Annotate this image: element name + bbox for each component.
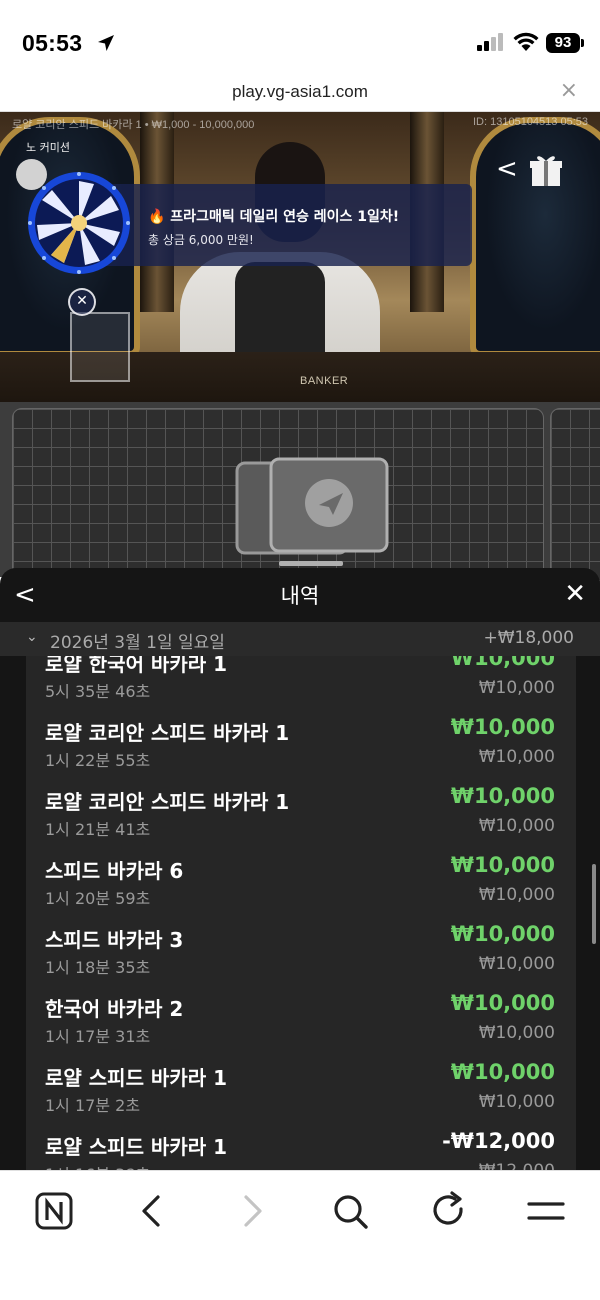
live-game-video: BANKER 로얄 코리안 스피드 바카라 1 • ₩1,000 - 10,00… <box>0 112 600 402</box>
row-game-title: 로얄 스피드 바카라 1 <box>45 1066 228 1090</box>
gift-icon[interactable] <box>528 152 564 188</box>
row-bet: ₩10,000 <box>478 1023 555 1043</box>
commission-label: 노 커미션 <box>26 141 70 154</box>
chevron-down-icon[interactable]: ⌄ <box>26 629 38 645</box>
sheet-header: < 내역 ✕ <box>0 568 600 622</box>
row-amount: -₩12,000 <box>442 1129 555 1153</box>
naver-home-icon[interactable] <box>32 1189 76 1233</box>
history-list[interactable]: 로얄 한국어 바카라 1 5시 35분 46초 ₩10,000 ₩10,000 … <box>26 656 576 1170</box>
row-amount: ₩10,000 <box>450 853 555 877</box>
row-bet: ₩10,000 <box>478 747 555 767</box>
browser-url-bar[interactable]: play.vg-asia1.com × <box>0 74 600 112</box>
battery-tip <box>581 39 584 47</box>
history-row[interactable]: 로얄 한국어 바카라 1 5시 35분 46초 ₩10,000 ₩10,000 <box>26 656 576 709</box>
row-amount: ₩10,000 <box>450 784 555 808</box>
menu-icon[interactable] <box>524 1189 568 1233</box>
date-text: 2026년 3월 1일 일요일 <box>50 633 225 653</box>
row-game-title: 스피드 바카라 6 <box>45 859 184 883</box>
row-amount: ₩10,000 <box>450 922 555 946</box>
row-game-title: 한국어 바카라 2 <box>45 997 184 1021</box>
status-time: 05:53 <box>22 30 83 56</box>
promo-subtitle: 총 상금 6,000 만원! <box>148 233 254 247</box>
row-time: 1시 22분 55초 <box>45 751 151 770</box>
history-row[interactable]: 한국어 바카라 2 1시 17분 31초 ₩10,000 ₩10,000 <box>26 985 576 1054</box>
row-bet: ₩10,000 <box>478 816 555 836</box>
url-text[interactable]: play.vg-asia1.com <box>0 82 600 102</box>
bet-grid-area <box>0 402 600 588</box>
row-game-title: 로얄 코리안 스피드 바카라 1 <box>45 721 290 745</box>
banker-label: BANKER <box>300 375 349 387</box>
row-bet: ₩10,000 <box>478 1092 555 1112</box>
back-icon[interactable] <box>130 1189 174 1233</box>
location-arrow-icon <box>98 35 114 51</box>
row-game-title: 스피드 바카라 3 <box>45 928 184 952</box>
row-time: 1시 21분 41초 <box>45 820 151 839</box>
battery-indicator: 93 <box>546 33 580 53</box>
forward-icon <box>244 1195 262 1227</box>
row-bet: ₩12,000 <box>479 1161 555 1170</box>
history-row[interactable]: 로얄 스피드 바카라 1 1시 16분 38초 -₩12,000 ₩12,000 <box>26 1123 576 1170</box>
row-bet: ₩10,000 <box>478 954 555 974</box>
row-amount: ₩10,000 <box>450 715 555 739</box>
card-shoe <box>70 312 130 382</box>
row-amount: ₩10,000 <box>450 1060 555 1084</box>
table-info: 로얄 코리안 스피드 바카라 1 • ₩1,000 - 10,000,000 <box>12 119 255 131</box>
row-game-title: 로얄 한국어 바카라 1 <box>45 656 228 676</box>
chevron-left-icon[interactable]: < <box>496 154 518 184</box>
row-time: 1시 18분 35초 <box>45 958 151 977</box>
close-icon[interactable]: ✕ <box>564 579 586 609</box>
prize-wheel-icon[interactable] <box>26 170 132 276</box>
row-bet: ₩10,000 <box>478 678 555 698</box>
row-game-title: 로얄 스피드 바카라 1 <box>45 1135 228 1159</box>
table-id: ID: 13105104513 05:53 <box>473 116 588 128</box>
row-amount: ₩10,000 <box>450 991 555 1015</box>
row-time: 5시 35분 46초 <box>45 682 151 701</box>
promo-title: 🔥 프라그매틱 데일리 연승 레이스 1일차! <box>148 209 400 225</box>
browser-toolbar <box>0 1170 600 1300</box>
row-time: 1시 16분 38초 <box>45 1161 150 1170</box>
scrollbar[interactable] <box>592 864 596 944</box>
cellular-signal-icon <box>477 33 503 51</box>
row-bet: ₩10,000 <box>478 885 555 905</box>
url-close-icon[interactable]: × <box>560 78 578 103</box>
cards-logo-icon <box>235 457 389 566</box>
promo-banner[interactable]: 🔥 프라그매틱 데일리 연승 레이스 1일차! 총 상금 6,000 만원! <box>90 184 472 266</box>
date-total: +₩18,000 <box>483 628 574 648</box>
history-row[interactable]: 스피드 바카라 6 1시 20분 59초 ₩10,000 ₩10,000 <box>26 847 576 916</box>
row-amount: ₩10,000 <box>450 656 555 670</box>
history-row[interactable]: 로얄 코리안 스피드 바카라 1 1시 22분 55초 ₩10,000 ₩10,… <box>26 709 576 778</box>
reload-icon[interactable] <box>426 1189 470 1233</box>
bet-grid-panel-right[interactable] <box>550 408 600 588</box>
status-bar: 05:53 93 <box>0 0 600 74</box>
sheet-title: 내역 <box>280 584 320 608</box>
history-sheet: < 내역 ✕ ⌄ 2026년 3월 1일 일요일 +₩18,000 로얄 한국어… <box>0 568 600 1170</box>
row-time: 1시 20분 59초 <box>45 889 151 908</box>
row-game-title: 로얄 코리안 스피드 바카라 1 <box>45 790 290 814</box>
history-row[interactable]: 스피드 바카라 3 1시 18분 35초 ₩10,000 ₩10,000 <box>26 916 576 985</box>
search-icon[interactable] <box>328 1189 372 1233</box>
row-time: 1시 17분 31초 <box>45 1027 151 1046</box>
date-group-header[interactable]: ⌄ 2026년 3월 1일 일요일 +₩18,000 <box>0 622 600 656</box>
row-time: 1시 17분 2초 <box>45 1096 141 1115</box>
close-icon[interactable]: ✕ <box>68 288 96 316</box>
history-row[interactable]: 로얄 코리안 스피드 바카라 1 1시 21분 41초 ₩10,000 ₩10,… <box>26 778 576 847</box>
bet-grid-panel[interactable] <box>12 408 544 588</box>
history-row[interactable]: 로얄 스피드 바카라 1 1시 17분 2초 ₩10,000 ₩10,000 <box>26 1054 576 1123</box>
wifi-icon <box>513 32 539 51</box>
